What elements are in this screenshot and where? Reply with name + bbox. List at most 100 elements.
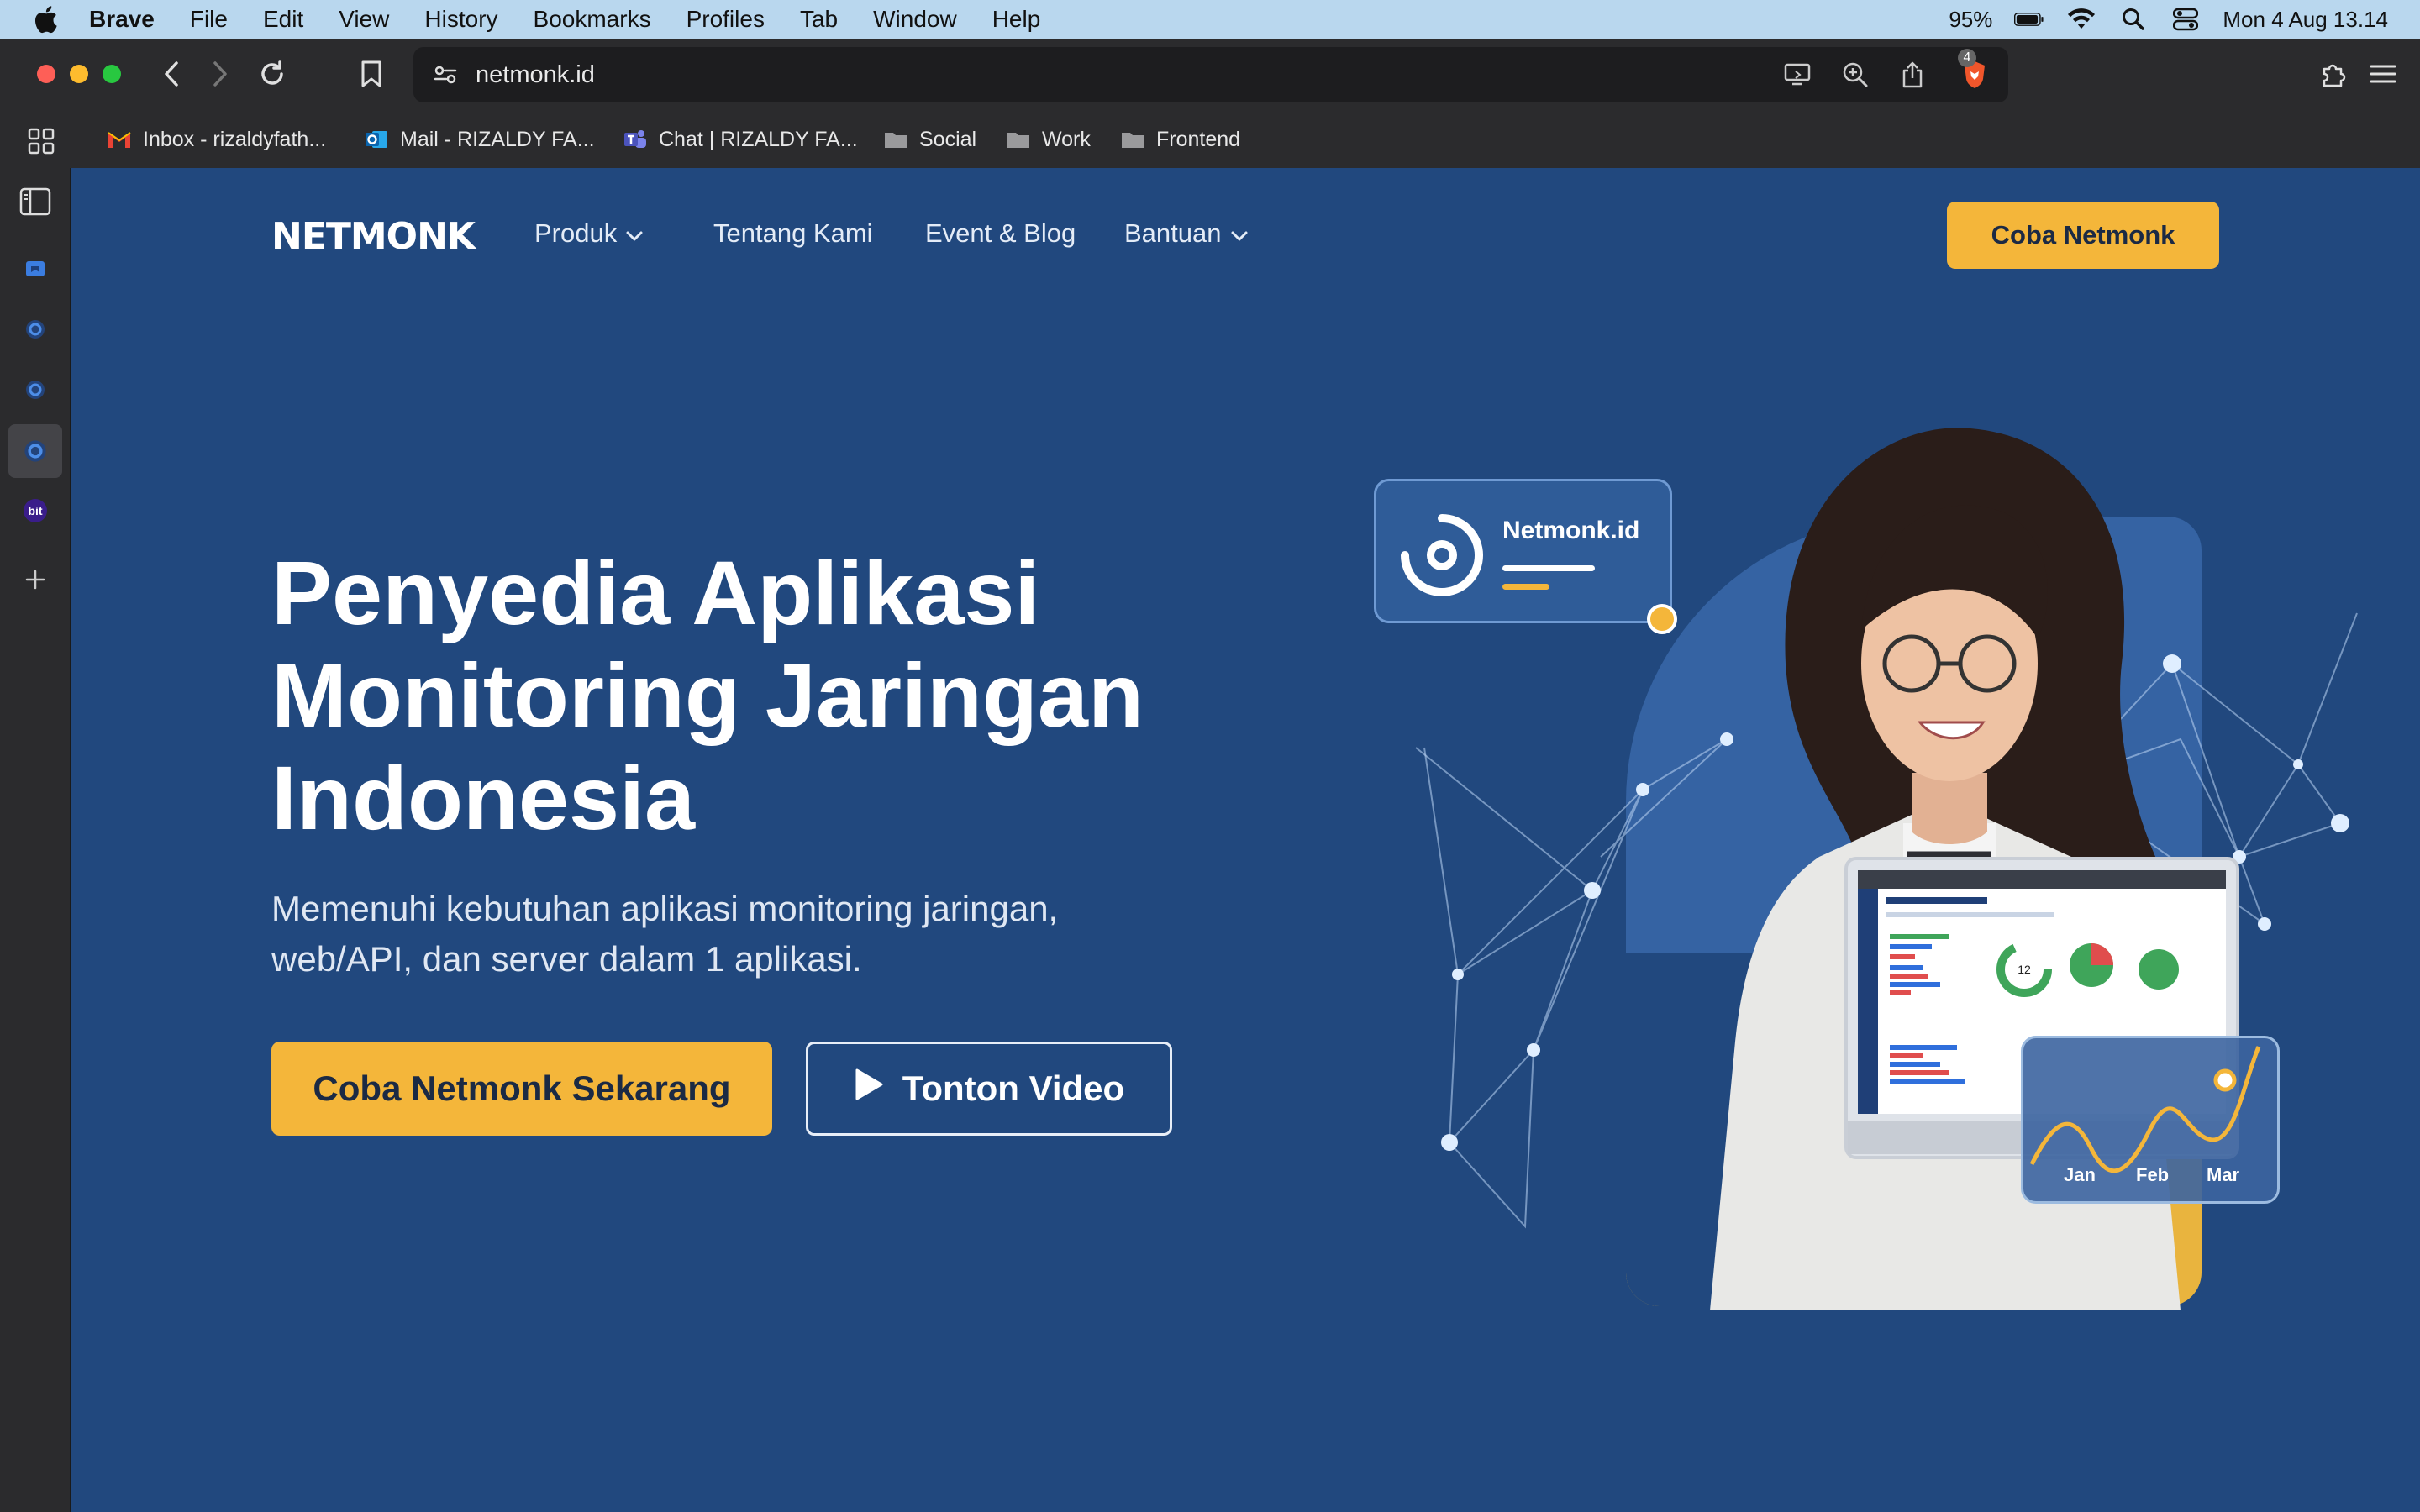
menubar-status-area: 95% Mon 4 Aug 13.14 (1949, 0, 2388, 39)
cast-icon[interactable] (1783, 60, 1813, 90)
nav-produk-label: Produk (534, 218, 618, 248)
outlook-icon (363, 127, 390, 152)
sidebar-netmonk-icon-1[interactable] (17, 311, 54, 348)
menu-file[interactable]: File (190, 6, 228, 33)
brave-shields-count-badge: 4 (1958, 49, 1976, 67)
teams-icon (622, 127, 649, 152)
hero-subtitle: Memenuhi kebutuhan aplikasi monitoring j… (271, 884, 1196, 984)
menu-tab[interactable]: Tab (800, 6, 838, 33)
netmonk-logo[interactable]: NETMONK (271, 214, 476, 258)
minimize-window-button[interactable] (70, 65, 88, 83)
nav-event-blog[interactable]: Event & Blog (925, 218, 1076, 249)
chart-month-label: Feb (2136, 1164, 2170, 1185)
netmonk-eye-logo-icon (1401, 514, 1483, 596)
coba-netmonk-button[interactable]: Coba Netmonk (1947, 202, 2219, 269)
netmonk-badge-card: Netmonk.id (1374, 479, 1677, 634)
sidebar-bit-icon[interactable]: bit (17, 492, 54, 529)
tonton-video-label: Tonton Video (902, 1068, 1125, 1108)
bookmark-chat[interactable]: Chat | RIZALDY FA... (622, 127, 858, 152)
gauge-value: 12 (2018, 963, 2031, 976)
folder-icon (1119, 127, 1146, 152)
wifi-icon[interactable] (2066, 4, 2096, 34)
sidebar-netmonk-icon-active[interactable] (8, 424, 62, 478)
zoom-icon[interactable] (1840, 60, 1870, 90)
browser-toolbar: netmonk.id 4 (0, 39, 2420, 113)
folder-icon (1005, 127, 1032, 152)
mini-trend-chart-card: Jan Feb Mar (2021, 1036, 2280, 1204)
battery-icon[interactable] (2014, 4, 2044, 34)
nav-bantuan-label: Bantuan (1124, 218, 1222, 248)
hero-title: Penyedia Aplikasi Monitoring Jaringan In… (271, 542, 1196, 849)
menu-window[interactable]: Window (873, 6, 957, 33)
bookmark-label: Frontend (1156, 127, 1241, 151)
fullscreen-window-button[interactable] (103, 65, 121, 83)
bookmarks-bar: Inbox - rizaldyfath... Mail - RIZALDY FA… (0, 113, 2420, 168)
play-icon (854, 1068, 884, 1110)
badge-line-white (1502, 565, 1595, 571)
apple-menu-icon[interactable] (30, 4, 60, 34)
chevron-down-icon (1230, 218, 1249, 249)
bookmark-mail[interactable]: Mail - RIZALDY FA... (363, 127, 595, 152)
sidebar-add-icon[interactable] (17, 561, 54, 598)
netmonk-badge-title: Netmonk.id (1502, 517, 1640, 544)
nav-produk[interactable]: Produk (534, 218, 644, 249)
hero-subtitle-line: web/API, dan server dalam 1 aplikasi. (271, 939, 862, 979)
browser-sidebar: bit (0, 168, 71, 1512)
bookmark-label: Chat | RIZALDY FA... (659, 127, 858, 151)
menu-edit[interactable]: Edit (263, 6, 303, 33)
browser-chrome: netmonk.id 4 Inbox - rizaldyfath... Mail… (0, 39, 2420, 168)
hero-subtitle-line: Memenuhi kebutuhan aplikasi monitoring j… (271, 889, 1059, 928)
hero-title-line: Indonesia (271, 747, 696, 848)
bookmark-icon[interactable] (353, 55, 390, 92)
gmail-icon (106, 127, 133, 152)
nav-tentang-label: Tentang Kami (713, 218, 873, 248)
macos-menubar: Brave File Edit View History Bookmarks P… (0, 0, 2420, 39)
battery-percentage: 95% (1949, 6, 1993, 32)
site-settings-icon[interactable] (430, 60, 460, 90)
control-center-icon[interactable] (2170, 4, 2201, 34)
apps-grid-icon[interactable] (27, 127, 55, 155)
bookmark-label: Inbox - rizaldyfath... (143, 127, 327, 151)
hero-title-line: Penyedia Aplikasi (271, 542, 1040, 643)
bookmark-folder-work[interactable]: Work (1005, 127, 1091, 152)
netmonk-homepage: NETMONK Produk Tentang Kami Event & Blog… (71, 168, 2420, 1512)
badge-dot (1647, 604, 1677, 634)
nav-bantuan[interactable]: Bantuan (1124, 218, 1249, 249)
back-button[interactable] (153, 55, 190, 92)
folder-icon (882, 127, 909, 152)
main-menu-icon[interactable] (2365, 55, 2402, 92)
nav-tentang-kami[interactable]: Tentang Kami (713, 218, 873, 249)
menu-view[interactable]: View (339, 6, 389, 33)
share-icon[interactable] (1897, 60, 1928, 90)
menu-app-name[interactable]: Brave (89, 6, 155, 33)
hero-title-line: Monitoring Jaringan (271, 644, 1144, 746)
menu-bookmarks[interactable]: Bookmarks (534, 6, 651, 33)
menu-help[interactable]: Help (992, 6, 1041, 33)
menu-history[interactable]: History (424, 6, 497, 33)
logo-wordmark: NETMONK (271, 214, 476, 258)
menu-profiles[interactable]: Profiles (687, 6, 765, 33)
chart-month-label: Mar (2207, 1164, 2240, 1185)
tonton-video-button[interactable]: Tonton Video (806, 1042, 1172, 1136)
bookmark-folder-frontend[interactable]: Frontend (1119, 127, 1240, 152)
hero-illustration: 12 Netmonk.id Jan Feb Mar (1374, 386, 2382, 1478)
menubar-clock[interactable]: Mon 4 Aug 13.14 (2223, 7, 2388, 33)
nav-event-label: Event & Blog (925, 218, 1076, 248)
bookmark-label: Social (919, 127, 977, 151)
coba-netmonk-sekarang-button[interactable]: Coba Netmonk Sekarang (271, 1042, 772, 1136)
bookmark-inbox[interactable]: Inbox - rizaldyfath... (106, 127, 326, 152)
chart-month-label: Jan (2064, 1164, 2096, 1185)
close-window-button[interactable] (37, 65, 55, 83)
forward-button[interactable] (202, 55, 239, 92)
sidebar-reading-list-icon[interactable] (17, 250, 54, 287)
bookmark-folder-social[interactable]: Social (882, 127, 976, 152)
spotlight-search-icon[interactable] (2118, 4, 2149, 34)
reload-icon[interactable] (254, 55, 291, 92)
sidebar-netmonk-icon-2[interactable] (17, 371, 54, 408)
sidebar-toggle-icon[interactable] (17, 183, 54, 220)
extensions-icon[interactable] (2314, 55, 2351, 92)
chevron-down-icon (625, 218, 644, 249)
address-bar[interactable]: netmonk.id (413, 47, 2008, 102)
bookmark-label: Work (1042, 127, 1091, 151)
url-text[interactable]: netmonk.id (476, 47, 595, 102)
